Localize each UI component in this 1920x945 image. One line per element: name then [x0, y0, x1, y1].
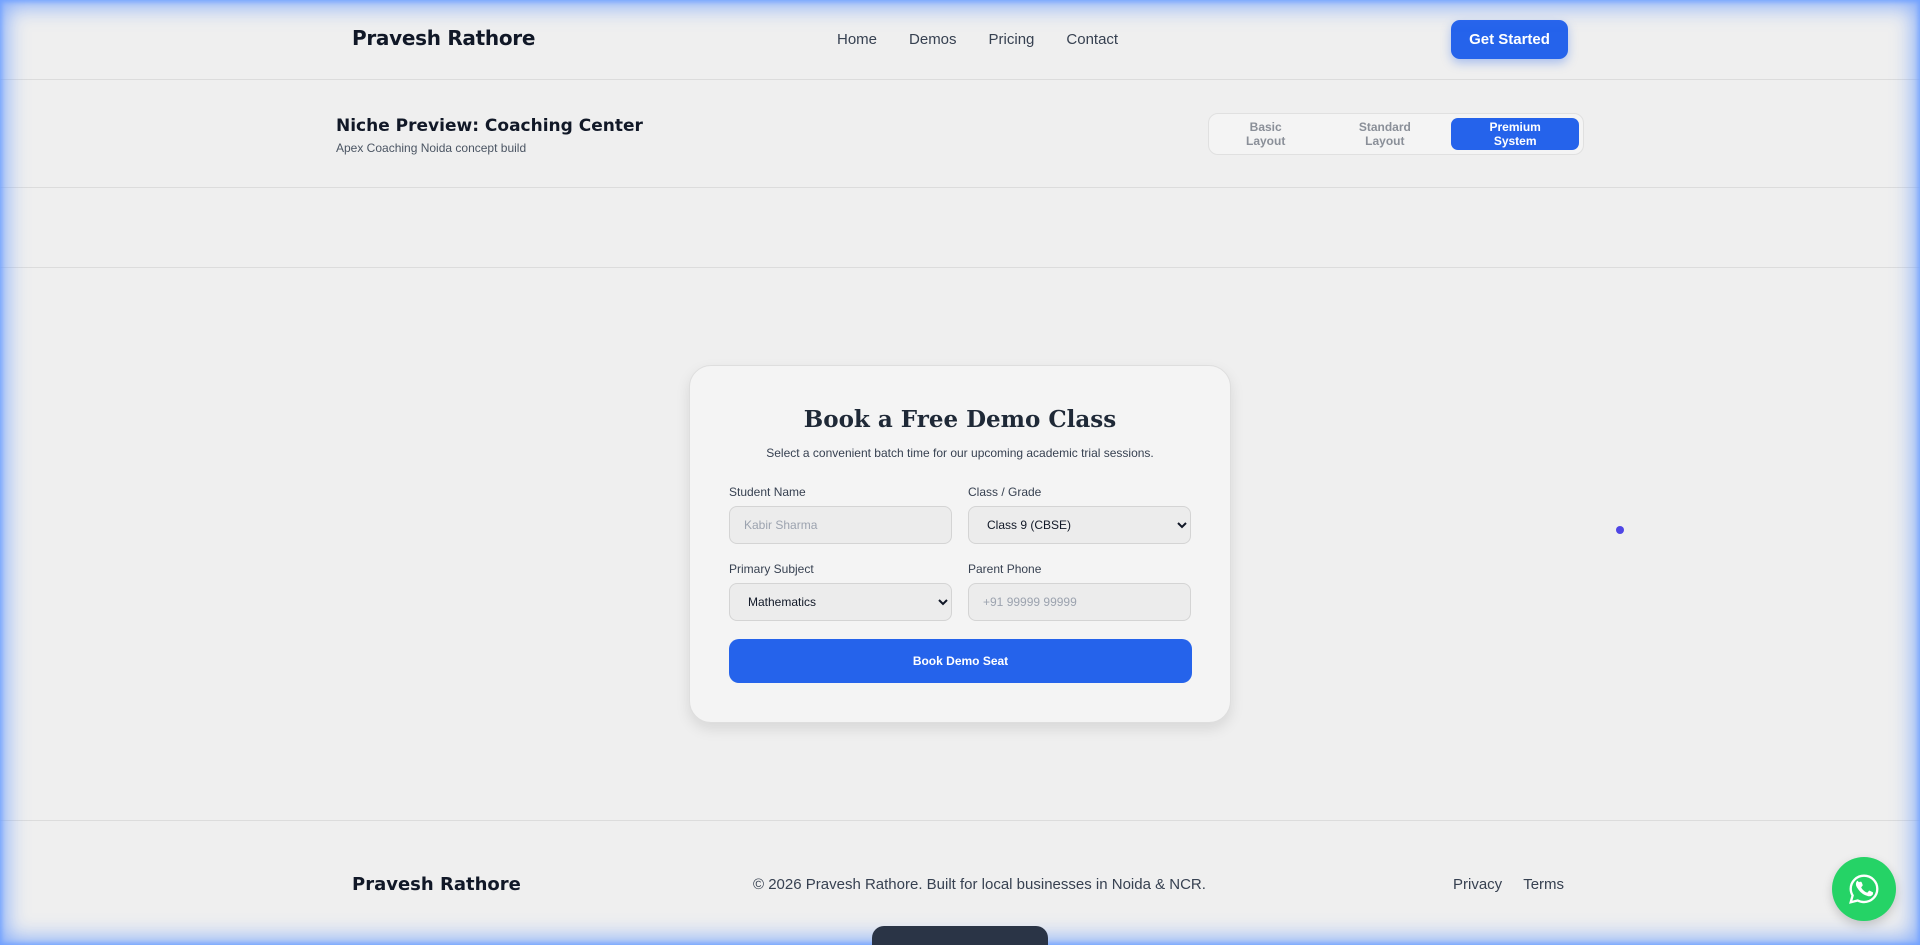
form-title: Book a Free Demo Class: [803, 406, 1117, 433]
nav-contact[interactable]: Contact: [1066, 31, 1118, 48]
whatsapp-icon: [1849, 874, 1879, 904]
get-started-button[interactable]: Get Started: [1451, 20, 1568, 59]
standard-layout-button[interactable]: Standard Layout: [1322, 118, 1447, 150]
brand-logo[interactable]: Pravesh Rathore: [352, 26, 535, 50]
nav-home[interactable]: Home: [837, 31, 877, 48]
parent-phone-group: Parent Phone: [968, 562, 1191, 621]
nav-demos[interactable]: Demos: [909, 31, 957, 48]
terms-link[interactable]: Terms: [1523, 876, 1564, 893]
class-grade-select[interactable]: Class 9 (CBSE): [968, 506, 1191, 544]
subject-select[interactable]: Mathematics: [729, 583, 952, 621]
main-nav: Home Demos Pricing Contact: [837, 31, 1118, 48]
empty-section: [0, 188, 1920, 268]
privacy-link[interactable]: Privacy: [1453, 876, 1502, 893]
layout-switcher: Basic Layout Standard Layout Premium Sys…: [1208, 113, 1584, 155]
site-header: Pravesh Rathore Home Demos Pricing Conta…: [0, 0, 1920, 80]
whatsapp-button[interactable]: [1832, 857, 1896, 921]
subject-label: Primary Subject: [729, 562, 814, 576]
form-description: Select a convenient batch time for our u…: [766, 446, 1154, 460]
subject-group: Primary Subject Mathematics: [729, 562, 952, 621]
student-name-input[interactable]: [729, 506, 952, 544]
bottom-dock[interactable]: [872, 926, 1048, 945]
student-name-label: Student Name: [729, 485, 806, 499]
parent-phone-label: Parent Phone: [968, 562, 1042, 576]
basic-layout-button[interactable]: Basic Layout: [1213, 118, 1318, 150]
nav-pricing[interactable]: Pricing: [989, 31, 1035, 48]
parent-phone-input[interactable]: [968, 583, 1191, 621]
student-name-group: Student Name: [729, 485, 952, 544]
premium-system-button[interactable]: Premium System: [1451, 118, 1579, 150]
class-grade-group: Class / Grade Class 9 (CBSE): [968, 485, 1191, 544]
demo-booking-card: Book a Free Demo Class Select a convenie…: [689, 365, 1231, 723]
book-demo-button[interactable]: Book Demo Seat: [729, 639, 1192, 683]
footer-links: Privacy Terms: [1453, 876, 1564, 893]
footer-brand: Pravesh Rathore: [352, 874, 521, 895]
niche-title: Niche Preview: Coaching Center: [336, 116, 643, 136]
niche-subtitle: Apex Coaching Noida concept build: [336, 141, 527, 155]
cursor-dot: [1616, 526, 1624, 534]
class-grade-label: Class / Grade: [968, 485, 1042, 499]
copyright-text: © 2026 Pravesh Rathore. Built for local …: [753, 876, 1206, 893]
niche-preview-bar: Niche Preview: Coaching Center Apex Coac…: [0, 80, 1920, 188]
